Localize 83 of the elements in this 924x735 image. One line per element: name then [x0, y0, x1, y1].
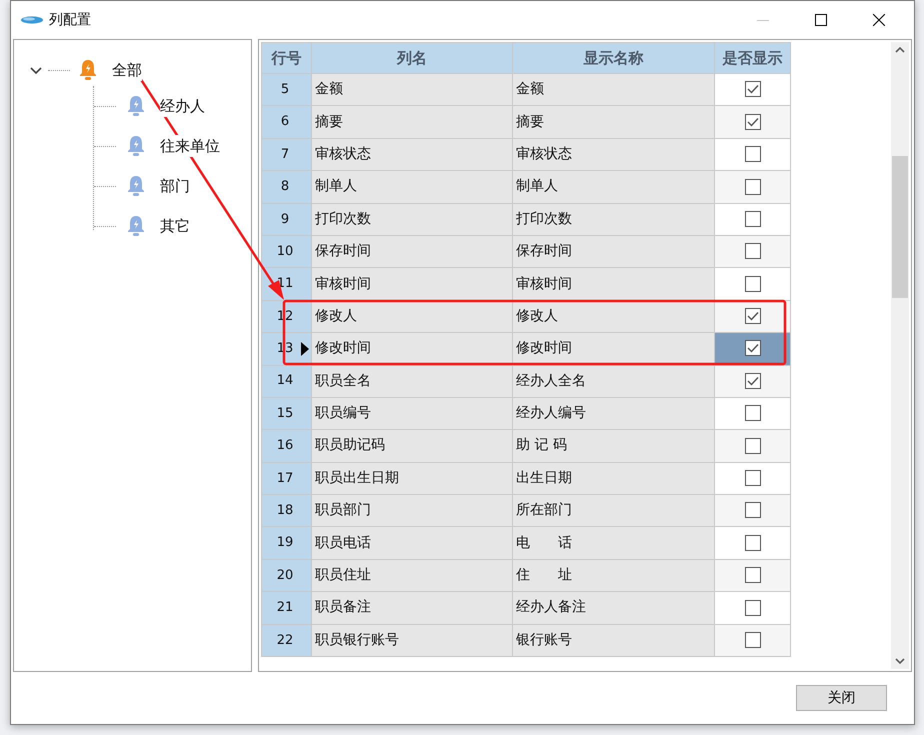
app-icon [21, 16, 43, 24]
checkbox[interactable] [744, 372, 760, 389]
row-number: 19 [276, 535, 294, 550]
checkbox[interactable] [744, 405, 760, 422]
column-header: 列名 [312, 42, 512, 74]
checkbox[interactable] [744, 600, 760, 616]
row-number: 17 [276, 470, 294, 486]
row-number: 8 [280, 179, 290, 194]
table-cell: 电 话 [512, 526, 714, 560]
table-cell: 金额 [312, 74, 512, 106]
checkbox[interactable] [744, 276, 760, 292]
table-cell: 职员住址 [312, 559, 512, 592]
tree-item[interactable]: 全部 [112, 58, 142, 82]
checkbox[interactable] [744, 534, 760, 551]
close-dialog-button[interactable]: 关闭 [796, 685, 887, 711]
table-cell: 出生日期 [512, 462, 714, 495]
checkbox[interactable] [744, 567, 760, 584]
table-cell: 摘要 [512, 106, 714, 138]
table-cell: 职员助记码 [312, 430, 512, 462]
row-number: 7 [280, 146, 290, 162]
table-cell: 摘要 [312, 106, 512, 138]
table-cell: 职员备注 [312, 592, 512, 624]
table-cell: 金额 [512, 74, 714, 106]
table-cell: 职员出生日期 [312, 462, 512, 495]
row-number: 20 [276, 568, 294, 583]
checkbox[interactable] [744, 340, 760, 356]
row-number: 6 [280, 114, 290, 130]
checkbox[interactable] [744, 632, 760, 648]
row-number: 18 [276, 503, 294, 518]
table-cell: 打印次数 [512, 203, 714, 236]
table-cell: 制单人 [512, 170, 714, 204]
expand-caret-icon[interactable] [30, 65, 42, 75]
row-number: 14 [276, 373, 294, 388]
table-cell: 住 址 [512, 559, 714, 592]
checkbox[interactable] [744, 470, 760, 486]
checkbox[interactable] [744, 210, 760, 227]
scroll-thumb[interactable] [892, 156, 908, 298]
table-cell: 保存时间 [512, 235, 714, 268]
table-cell: 职员电话 [312, 526, 512, 560]
checkbox[interactable] [744, 502, 760, 518]
row-number: 22 [276, 632, 294, 648]
table-cell: 助 记 码 [512, 430, 714, 462]
table-cell: 修改人 [512, 300, 714, 333]
checkbox[interactable] [744, 178, 760, 195]
table-cell: 所在部门 [512, 494, 714, 527]
table-cell: 经办人全名 [512, 365, 714, 398]
table-cell: 修改时间 [512, 332, 714, 366]
table-cell: 审核时间 [312, 268, 512, 300]
scrollbar[interactable] [891, 42, 909, 669]
column-header: 显示名称 [512, 42, 714, 74]
table-cell: 职员编号 [312, 397, 512, 430]
table-cell: 职员全名 [312, 365, 512, 398]
table-cell: 保存时间 [312, 235, 512, 268]
table-cell: 银行账号 [512, 624, 714, 657]
table-cell: 制单人 [312, 170, 512, 204]
table-cell: 经办人编号 [512, 397, 714, 430]
table-cell: 打印次数 [312, 203, 512, 236]
maximize-icon [815, 14, 827, 26]
row-number: 5 [280, 82, 290, 97]
table-cell: 修改人 [312, 300, 512, 333]
checkbox[interactable] [744, 308, 760, 324]
checkbox[interactable] [744, 146, 760, 162]
column-header: 是否显示 [714, 42, 790, 74]
row-number: 9 [280, 212, 290, 226]
table-cell: 经办人备注 [512, 592, 714, 624]
tree-item[interactable]: 往来单位 [160, 134, 220, 158]
table-cell: 审核状态 [512, 138, 714, 171]
row-number: 10 [276, 244, 294, 259]
table-cell: 职员银行账号 [312, 624, 512, 657]
checkbox[interactable] [744, 81, 760, 98]
table-cell: 审核状态 [312, 138, 512, 171]
checkbox[interactable] [744, 114, 760, 130]
row-number: 16 [276, 438, 294, 454]
row-number: 21 [276, 600, 294, 616]
checkbox[interactable] [744, 438, 760, 454]
column-header: 行号 [262, 42, 312, 74]
close-icon [873, 14, 885, 26]
table-cell: 职员部门 [312, 494, 512, 527]
table-cell: 审核时间 [512, 268, 714, 300]
checkbox[interactable] [744, 243, 760, 260]
row-number: 15 [276, 406, 294, 421]
window-title: 列配置 [49, 10, 91, 30]
table-cell: 修改时间 [312, 332, 512, 366]
